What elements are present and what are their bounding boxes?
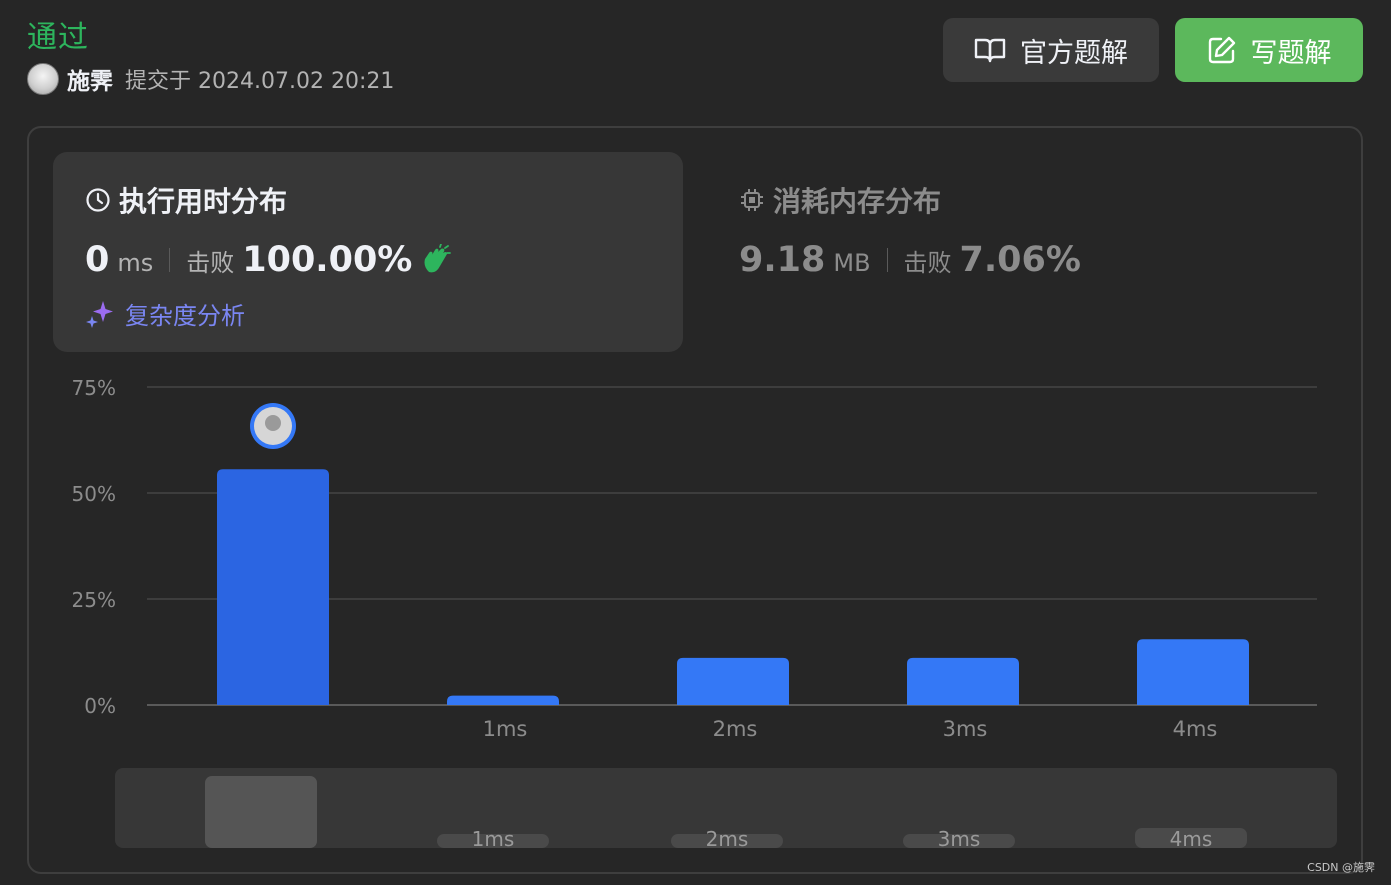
x-tick-label: 2ms <box>713 717 758 741</box>
chart-bar[interactable] <box>217 469 329 705</box>
overview-tick-label: 3ms <box>938 827 981 851</box>
y-tick-label: 75% <box>72 376 116 400</box>
runtime-distribution-chart[interactable]: 0% 25% 50% 75% 1ms 2ms 3ms 4ms 1ms 2ms 3ms 4ms <box>0 0 1391 885</box>
overview-tick-label: 2ms <box>706 827 749 851</box>
y-tick-label: 0% <box>84 694 116 718</box>
x-tick-label: 4ms <box>1173 717 1218 741</box>
overview-tick-label: 1ms <box>472 827 515 851</box>
overview-tick-label: 4ms <box>1170 827 1213 851</box>
x-tick-label: 3ms <box>943 717 988 741</box>
y-tick-label: 50% <box>72 482 116 506</box>
avatar-figure <box>265 415 281 431</box>
x-tick-label: 1ms <box>483 717 528 741</box>
chart-bar[interactable] <box>1137 639 1249 705</box>
y-tick-label: 25% <box>72 588 116 612</box>
watermark: CSDN @施霁 <box>1307 861 1375 874</box>
chart-bar[interactable] <box>677 657 789 705</box>
chart-bar[interactable] <box>907 657 1019 705</box>
overview-bar <box>205 776 317 848</box>
chart-bar[interactable] <box>447 695 559 705</box>
